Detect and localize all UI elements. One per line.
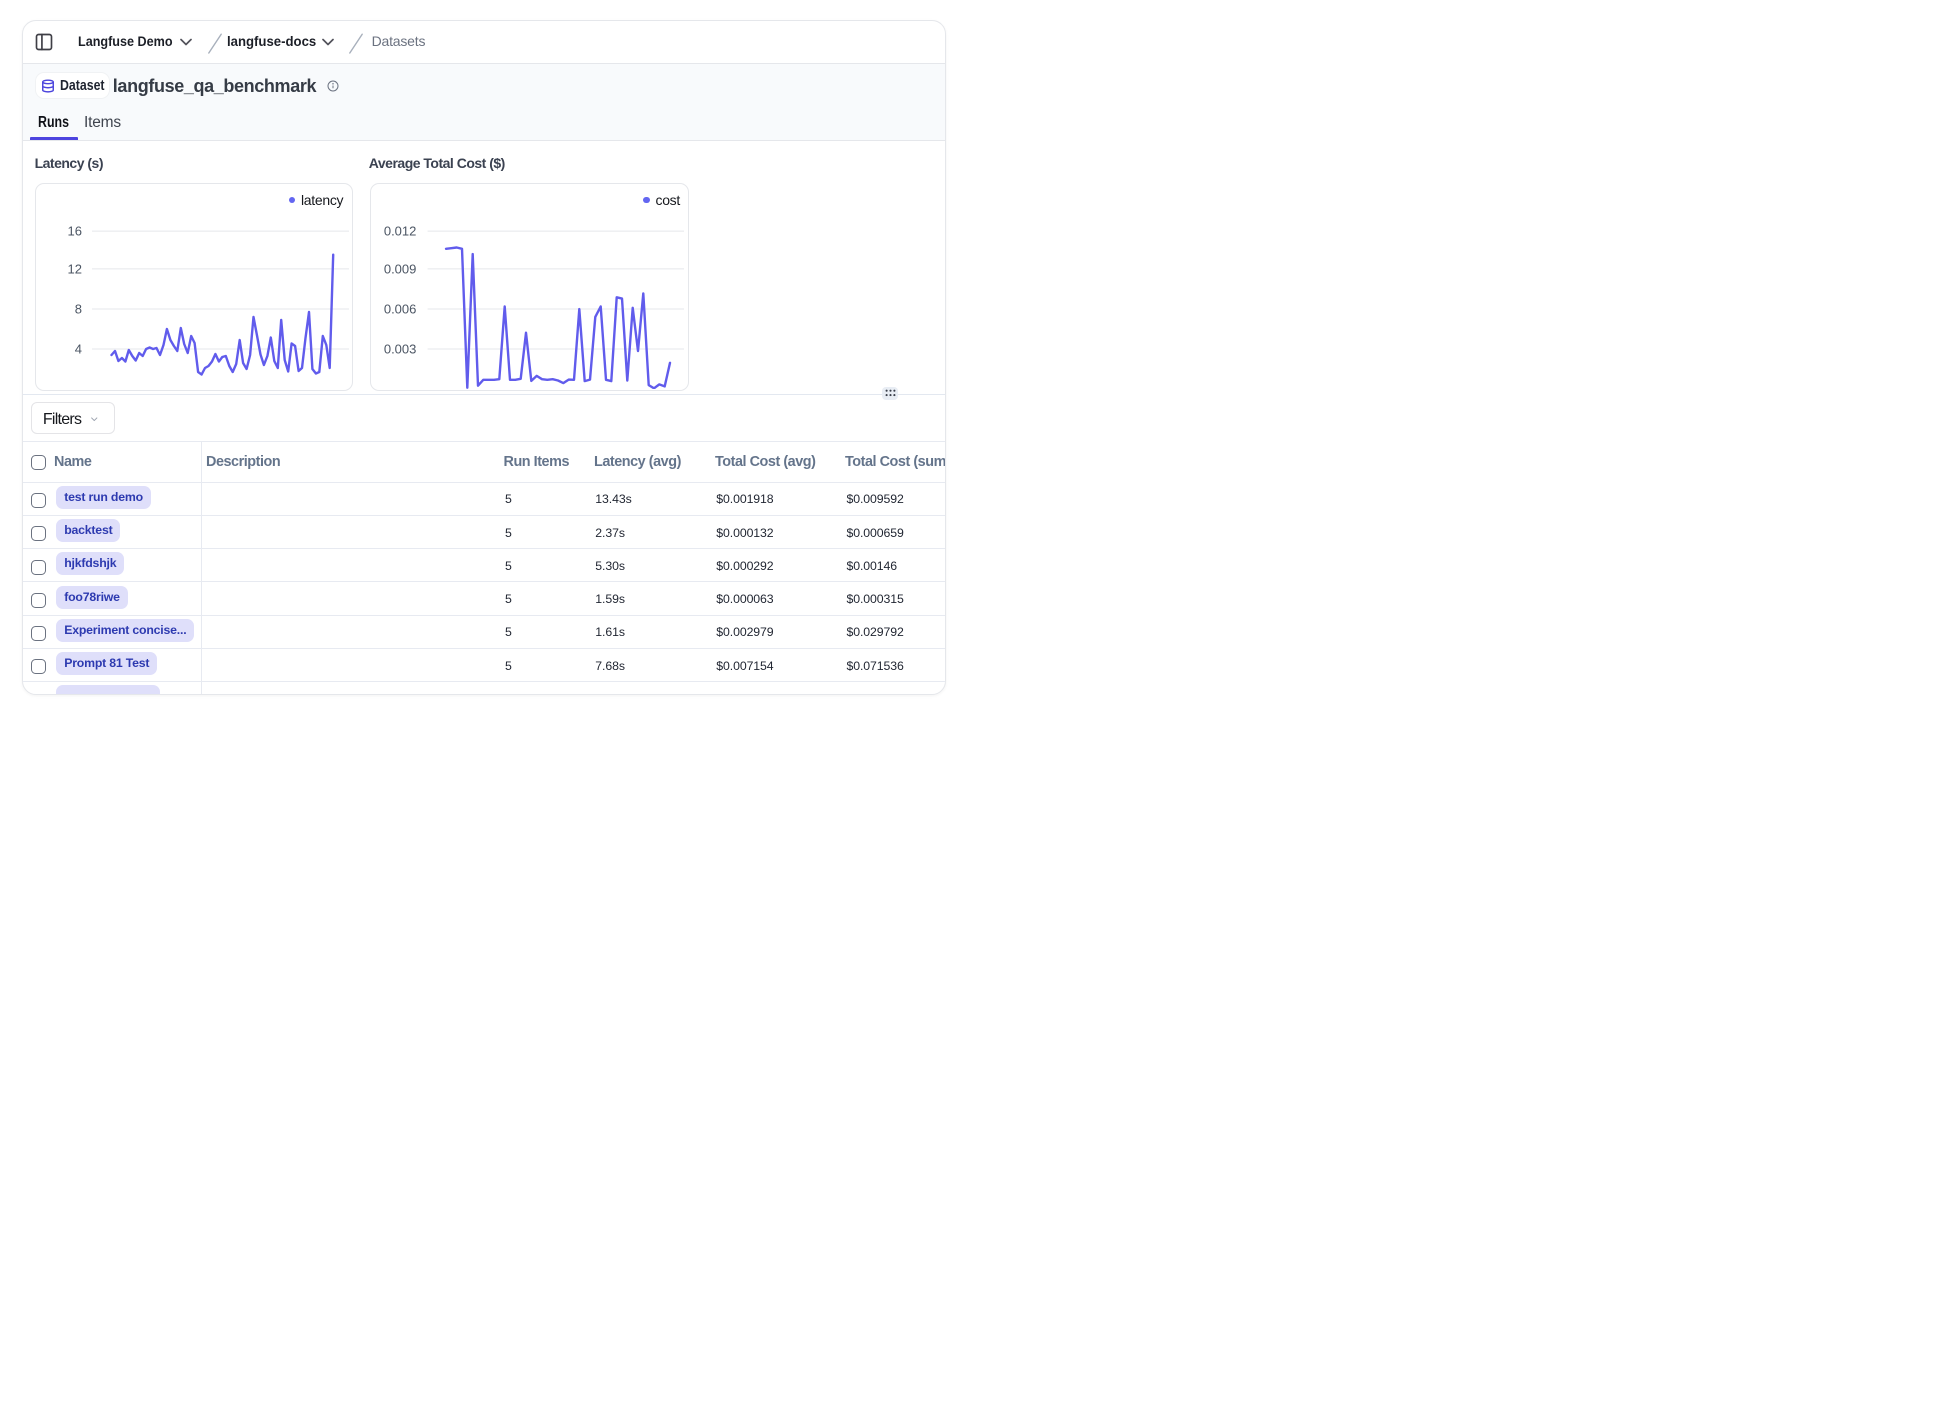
svg-text:16: 16	[67, 223, 81, 238]
svg-text:8: 8	[74, 301, 81, 316]
svg-text:0.012: 0.012	[384, 223, 417, 238]
svg-text:0.009: 0.009	[384, 261, 417, 276]
svg-text:12: 12	[67, 261, 81, 276]
svg-text:4: 4	[74, 341, 81, 356]
svg-text:0.006: 0.006	[384, 301, 417, 316]
svg-text:0.003: 0.003	[384, 341, 417, 356]
